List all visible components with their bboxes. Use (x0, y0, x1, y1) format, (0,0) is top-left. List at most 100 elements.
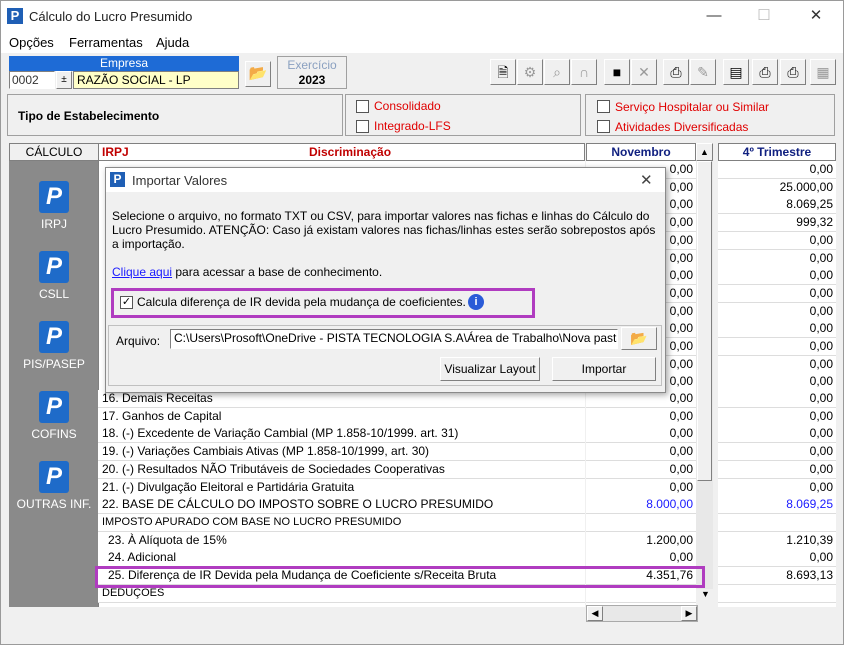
wand-button[interactable]: ✎ (690, 59, 716, 85)
close-button[interactable]: ✕ (793, 3, 839, 29)
info-icon[interactable]: i (468, 294, 484, 310)
save-icon: ■ (612, 64, 622, 80)
menu-ajuda[interactable]: Ajuda (156, 35, 189, 50)
visualizar-layout-button[interactable]: Visualizar Layout (440, 357, 540, 381)
cell-trimestre: 0,00 (718, 249, 836, 268)
exercicio-label: Exercício (287, 58, 337, 72)
diversificadas-label: Atividades Diversificadas (615, 120, 749, 134)
table-header-disc: IRPJ Discriminação (98, 143, 585, 161)
col-novembro: Novembro (586, 143, 696, 161)
horizontal-scrollbar[interactable]: ◀ ▶ (586, 605, 698, 622)
cell-novembro[interactable]: 1.200,00 (586, 531, 696, 550)
sidebar-header: CÁLCULO (9, 143, 99, 161)
print-preview-button[interactable]: ⎙ (752, 59, 778, 85)
search-icon: ⌕ (553, 64, 561, 80)
cell-trimestre: 0,00 (718, 443, 836, 462)
dialog-titlebar: P Importar Valores ✕ (106, 168, 665, 192)
cell-trimestre: 0,00 (718, 460, 836, 479)
hospitalar-label: Serviço Hospitalar ou Similar (615, 100, 770, 114)
close-icon: ✕ (638, 64, 650, 80)
cell-trimestre (718, 513, 836, 532)
row-label: 21. (-) Divulgação Eleitoral e Partidári… (98, 478, 585, 497)
hospitalar-checkbox[interactable] (597, 100, 610, 113)
scroll-left-icon[interactable]: ◀ (587, 606, 603, 621)
empresa-code-field[interactable]: 0002 (9, 71, 55, 89)
row-label: 22. BASE DE CÁLCULO DO IMPOSTO SOBRE O L… (98, 496, 585, 515)
window-title: Cálculo do Lucro Presumido (29, 9, 193, 24)
sidebar-item-csll[interactable]: P CSLL (14, 251, 94, 301)
calc-diff-checkbox[interactable]: ✓ (120, 296, 133, 309)
exercicio-group: Exercício 2023 (277, 56, 347, 89)
col-irpj: IRPJ (102, 145, 129, 159)
row-label: IMPOSTO APURADO COM BASE NO LUCRO PRESUM… (98, 513, 585, 532)
cell-trimestre: 0,00 (718, 407, 836, 426)
cell-novembro[interactable]: 0,00 (586, 425, 696, 444)
tool-button-2[interactable]: ⚙ (517, 59, 543, 85)
col-trimestre: 4º Trimestre (718, 143, 836, 161)
consolidado-label: Consolidado (374, 99, 441, 113)
gear-icon: ⚙ (523, 64, 537, 80)
p-logo-icon: P (39, 321, 69, 353)
menu-opcoes[interactable]: Opções (9, 35, 54, 50)
cell-trimestre: 0,00 (718, 284, 836, 303)
sidebar-item-cofins[interactable]: P COFINS (14, 391, 94, 441)
print-button[interactable]: ⎙ (663, 59, 689, 85)
export-button[interactable]: ▦ (810, 59, 836, 85)
diversificadas-checkbox[interactable] (597, 120, 610, 133)
cell-trimestre: 0,00 (718, 355, 836, 374)
arquivo-label: Arquivo: (116, 334, 161, 348)
p-logo-icon: P (39, 391, 69, 423)
help-link[interactable]: Clique aqui (112, 265, 172, 279)
cell-trimestre (718, 584, 836, 603)
open-folder-button[interactable]: 📂 (245, 61, 271, 87)
print-setup-button[interactable]: ⎙ (780, 59, 806, 85)
magnet-button[interactable]: ∩ (571, 59, 597, 85)
cell-trimestre: 0,00 (718, 267, 836, 286)
sidebar-item-outras[interactable]: P OUTRAS INF. (14, 461, 94, 511)
minimize-button[interactable]: — (691, 3, 737, 29)
cell-novembro[interactable]: 8.000,00 (586, 496, 696, 515)
empresa-stepper-icon[interactable]: ± (56, 71, 72, 89)
print-preview-icon: ⎙ (759, 64, 771, 80)
row-label: 19. (-) Variações Cambiais Ativas (MP 1.… (98, 443, 585, 462)
cell-trimestre: 8.693,13 (718, 567, 836, 585)
integrado-checkbox[interactable] (356, 120, 369, 133)
importar-button[interactable]: Importar (552, 357, 656, 381)
browse-button[interactable]: 📂 (621, 327, 657, 350)
scroll-down-icon[interactable]: ▼ (698, 589, 713, 603)
dialog-close-icon[interactable]: ✕ (640, 171, 653, 189)
cell-novembro[interactable]: 0,00 (586, 460, 696, 479)
cell-novembro[interactable]: 0,00 (586, 443, 696, 462)
cell-novembro[interactable] (586, 513, 696, 532)
cell-novembro[interactable]: 0,00 (586, 407, 696, 426)
cell-trimestre: 0,00 (718, 390, 836, 408)
cell-novembro[interactable]: 0,00 (586, 549, 696, 568)
search-button[interactable]: ⌕ (544, 59, 570, 85)
maximize-button[interactable]: ☐ (741, 3, 787, 29)
row-label: 20. (-) Resultados NÃO Tributáveis de So… (98, 460, 585, 479)
cell-trimestre: 8.069,25 (718, 496, 836, 515)
scroll-thumb[interactable] (697, 161, 712, 481)
menu-ferramentas[interactable]: Ferramentas (69, 35, 143, 50)
scroll-up-button[interactable]: ▲ (696, 143, 713, 161)
cell-novembro[interactable]: 0,00 (586, 478, 696, 497)
save-button[interactable]: ■ (604, 59, 630, 85)
highlight-row-25 (95, 566, 705, 588)
cell-trimestre: 0,00 (718, 161, 836, 179)
exercicio-year: 2023 (298, 73, 326, 87)
app-logo-icon: P (110, 172, 125, 187)
document-icon: 🗎 (497, 64, 509, 80)
scroll-right-icon[interactable]: ▶ (681, 606, 697, 621)
empresa-name-field[interactable]: RAZÃO SOCIAL - LP (73, 71, 239, 89)
row-label: 24. Adicional (98, 549, 585, 568)
consolidado-checkbox[interactable] (356, 100, 369, 113)
folder-icon: 📂 (248, 65, 268, 82)
sidebar-item-irpj[interactable]: P IRPJ (14, 181, 94, 231)
cell-trimestre: 0,00 (718, 302, 836, 321)
cancel-button[interactable]: ✕ (631, 59, 657, 85)
sidebar-item-pis[interactable]: P PIS/PASEP (14, 321, 94, 371)
report-button[interactable]: ▤ (723, 59, 749, 85)
dialog-title: Importar Valores (132, 173, 228, 188)
arquivo-input[interactable]: C:\Users\Prosoft\OneDrive - PISTA TECNOL… (170, 329, 618, 349)
document-button[interactable]: 🗎 (490, 59, 516, 85)
